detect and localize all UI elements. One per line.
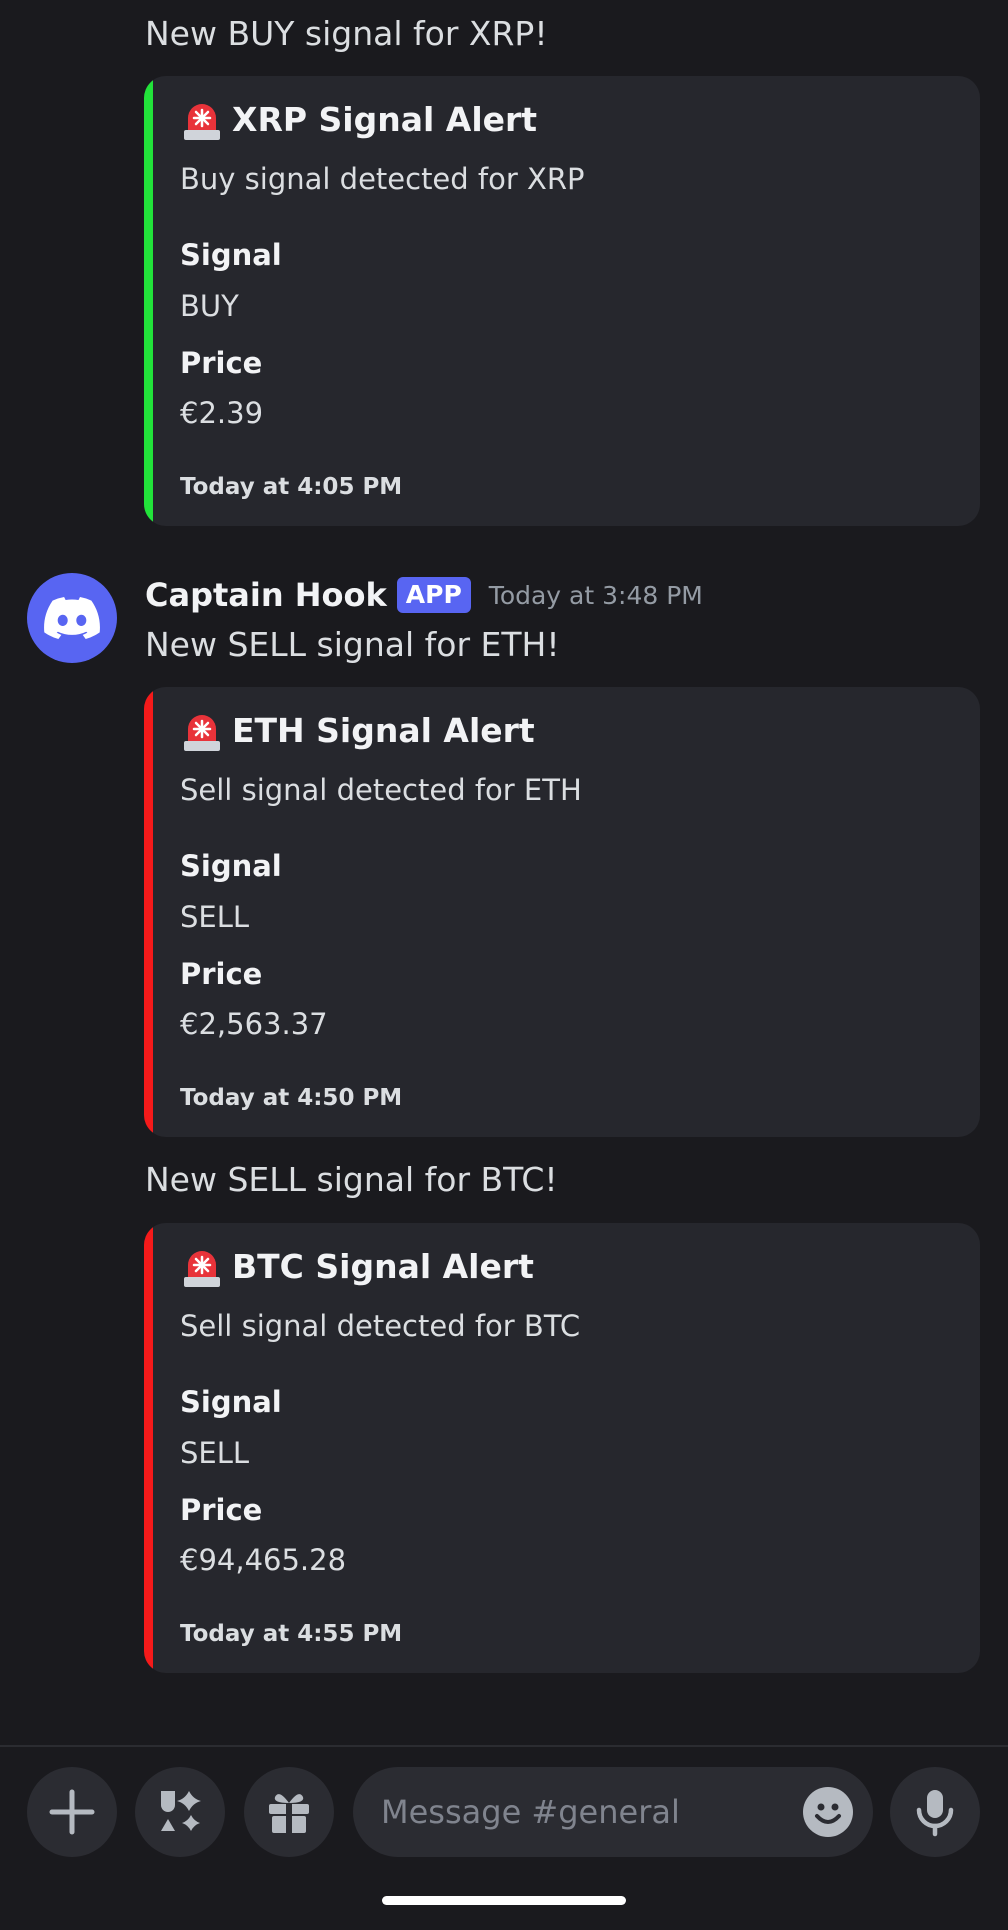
apps-icon (161, 1791, 201, 1831)
microphone-icon (916, 1790, 954, 1837)
embed-accent-bar (144, 687, 153, 1137)
siren-icon (180, 98, 224, 142)
embed-title-text: BTC Signal Alert (232, 1247, 534, 1286)
discord-logo-icon (44, 597, 100, 639)
embed-title-text: ETH Signal Alert (232, 711, 535, 750)
add-attachment-button[interactable] (27, 1767, 117, 1857)
field-name-price: Price (180, 1493, 263, 1527)
gift-button[interactable] (244, 1767, 334, 1857)
plus-icon (49, 1789, 95, 1835)
embed-title: BTC Signal Alert (180, 1245, 534, 1289)
gift-icon (269, 1794, 309, 1833)
author-name[interactable]: Captain Hook (145, 576, 387, 614)
signal-embed: ETH Signal Alert Sell signal detected fo… (144, 687, 980, 1137)
message-text: New BUY signal for XRP! (145, 14, 548, 53)
field-name-signal: Signal (180, 1385, 282, 1419)
signal-embed: BTC Signal Alert Sell signal detected fo… (144, 1223, 980, 1673)
field-value-price: €2,563.37 (180, 1007, 328, 1041)
embed-title: XRP Signal Alert (180, 98, 537, 142)
field-value-signal: SELL (180, 900, 250, 934)
message-text: New SELL signal for BTC! (145, 1160, 558, 1199)
message-text: New SELL signal for ETH! (145, 625, 560, 664)
app-badge: APP (396, 577, 471, 613)
field-value-signal: SELL (180, 1436, 250, 1470)
chat-scroll-area[interactable]: New BUY signal for XRP! XRP Signal Alert… (0, 0, 1008, 1745)
siren-icon (180, 1245, 224, 1289)
field-name-price: Price (180, 346, 263, 380)
message-timestamp: Today at 3:48 PM (488, 580, 703, 610)
siren-icon (180, 709, 224, 753)
embed-footer-timestamp: Today at 4:50 PM (180, 1085, 403, 1111)
field-value-price: €94,465.28 (180, 1543, 347, 1577)
voice-message-button[interactable] (890, 1767, 980, 1857)
emoji-button[interactable] (803, 1787, 853, 1837)
field-name-signal: Signal (180, 849, 282, 883)
field-value-price: €2.39 (180, 396, 264, 430)
embed-title: ETH Signal Alert (180, 709, 535, 753)
embed-footer-timestamp: Today at 4:05 PM (180, 474, 403, 500)
apps-button[interactable] (135, 1767, 225, 1857)
embed-accent-bar (144, 1223, 153, 1673)
home-indicator[interactable] (382, 1896, 626, 1905)
signal-embed: XRP Signal Alert Buy signal detected for… (144, 76, 980, 526)
field-value-signal: BUY (180, 289, 239, 323)
emoji-icon (815, 1803, 841, 1824)
field-name-signal: Signal (180, 238, 282, 272)
embed-description: Sell signal detected for ETH (180, 773, 582, 807)
embed-description: Buy signal detected for XRP (180, 162, 585, 196)
message-header: Captain Hook APP Today at 3:48 PM (145, 576, 703, 614)
embed-accent-bar (144, 76, 153, 526)
field-name-price: Price (180, 957, 263, 991)
avatar[interactable] (27, 573, 117, 663)
embed-footer-timestamp: Today at 4:55 PM (180, 1621, 403, 1647)
embed-description: Sell signal detected for BTC (180, 1309, 581, 1343)
message-input-placeholder: Message #general (381, 1793, 680, 1831)
embed-title-text: XRP Signal Alert (232, 100, 538, 139)
message-input[interactable]: Message #general (353, 1767, 873, 1857)
